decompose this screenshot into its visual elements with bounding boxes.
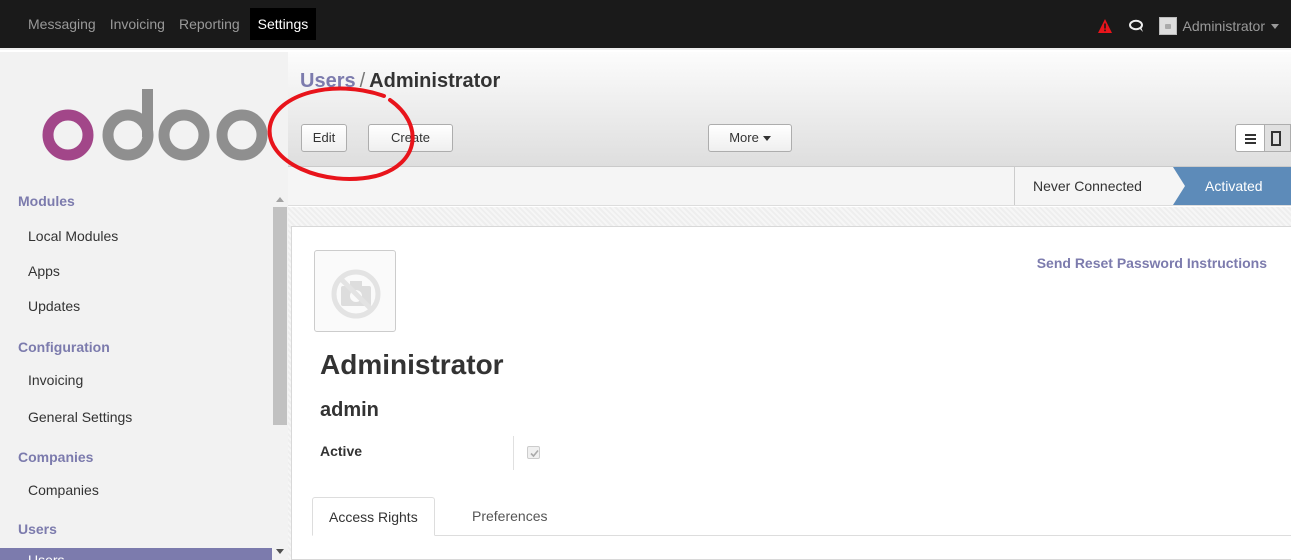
scroll-down-icon[interactable] [276,549,284,554]
active-checkbox[interactable] [527,446,540,459]
status-arrow [1173,167,1185,205]
tab-preferences[interactable]: Preferences [456,497,563,536]
warning-icon[interactable] [1097,18,1113,34]
form-view-button[interactable] [1264,124,1291,152]
sidebar-item-local-modules[interactable]: Local Modules [28,228,118,244]
sidebar-section-configuration[interactable]: Configuration [18,339,110,355]
sidebar-item-updates[interactable]: Updates [28,298,80,314]
list-icon [1245,134,1256,136]
menu-reporting[interactable]: Reporting [179,16,240,48]
user-menu[interactable]: Administrator [1183,18,1265,34]
scroll-up-icon[interactable] [276,197,284,202]
user-login: admin [320,399,379,421]
form-icon [1271,131,1281,146]
tab-access-rights[interactable]: Access Rights [312,497,435,536]
chevron-down-icon [762,136,771,142]
field-separator [513,436,514,470]
sidebar-section-modules[interactable]: Modules [18,193,75,209]
sidebar-item-users[interactable]: Users [0,548,272,560]
chat-icon[interactable] [1128,19,1145,33]
send-reset-password-link[interactable]: Send Reset Password Instructions [1037,255,1267,271]
user-avatar[interactable] [1158,17,1177,35]
list-view-button[interactable] [1235,124,1265,152]
list-icon-line [1245,138,1256,140]
sidebar-item-companies[interactable]: Companies [28,482,99,498]
status-never-connected[interactable]: Never Connected [1014,167,1174,205]
sidebar-section-companies[interactable]: Companies [18,449,93,465]
sidebar-item-general-settings[interactable]: General Settings [28,409,132,425]
status-bar: Never Connected Activated [288,167,1291,206]
status-activated[interactable]: Activated [1173,167,1291,205]
top-app-menu: Messaging Invoicing Reporting Settings [28,8,330,48]
list-icon-line [1245,142,1256,144]
check-icon [530,449,539,458]
control-panel: Users / Administrator Edit Create More [288,52,1291,167]
user-photo[interactable] [314,250,396,332]
active-label: Active [320,443,363,459]
systray: Administrator [1097,17,1279,35]
top-navbar: Messaging Invoicing Reporting Settings A… [0,0,1291,50]
form-sheet: Send Reset Password Instructions Adminis… [291,226,1291,560]
sidebar-item-invoicing[interactable]: Invoicing [28,372,83,388]
more-button[interactable]: More [708,124,792,152]
more-label: More [729,130,759,145]
menu-messaging[interactable]: Messaging [28,16,96,48]
annotation-circle [267,86,415,181]
scrollbar-thumb[interactable] [273,207,287,425]
no-photo-icon [331,269,381,319]
menu-settings[interactable]: Settings [249,8,317,40]
odoo-logo [42,89,268,161]
user-name-title: Administrator [320,349,504,380]
chevron-down-icon[interactable] [1271,23,1279,29]
sidebar-section-users[interactable]: Users [18,521,57,537]
menu-invoicing[interactable]: Invoicing [110,16,165,48]
sidebar: Modules Local Modules Apps Updates Confi… [0,52,288,560]
sidebar-item-apps[interactable]: Apps [28,263,60,279]
